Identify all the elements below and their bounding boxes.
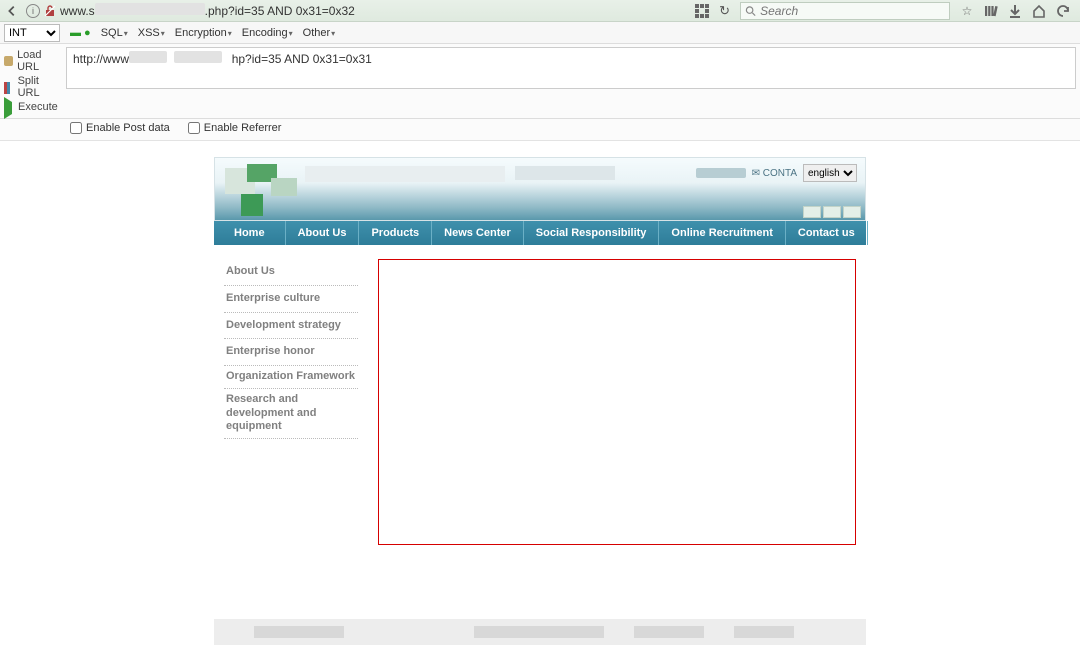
load-icon (4, 56, 13, 66)
hb-xss[interactable]: XSS (138, 27, 165, 39)
nav-news[interactable]: News Center (432, 221, 524, 245)
language-select[interactable]: english (803, 164, 857, 182)
nav-social[interactable]: Social Responsibility (524, 221, 660, 245)
qr-icon[interactable] (695, 4, 709, 18)
hackbar-options: Enable Post data Enable Referrer (0, 119, 1080, 141)
hackbar-body: Load URL Split URL Execute http://www hp… (0, 44, 1080, 119)
hb-encryption[interactable]: Encryption (175, 27, 232, 39)
library-icon[interactable] (984, 4, 998, 18)
search-input[interactable] (760, 4, 945, 18)
nav-recruit[interactable]: Online Recruitment (659, 221, 785, 245)
contact-link[interactable]: ✉ CONTA (752, 168, 797, 179)
site-body: About Us Enterprise culture Development … (214, 245, 866, 559)
insecure-lock-icon (44, 5, 56, 17)
hb-sql[interactable]: SQL (101, 27, 128, 39)
side-org[interactable]: Organization Framework (224, 366, 358, 389)
side-honor[interactable]: Enterprise honor (224, 339, 358, 366)
hackbar-url-input[interactable]: http://www hp?id=35 AND 0x31=0x31 (66, 47, 1076, 89)
hb-encrypt-toggle[interactable]: ▬ ● (70, 27, 91, 39)
header-links: ✉ CONTA english (696, 164, 857, 182)
downloads-icon[interactable] (1008, 4, 1022, 18)
site-footer (214, 619, 866, 645)
execute-button[interactable]: Execute (2, 100, 64, 114)
hackbar-actions: Load URL Split URL Execute (0, 44, 66, 118)
nav-products[interactable]: Products (359, 221, 432, 245)
back-button[interactable] (4, 3, 20, 19)
hb-other[interactable]: Other (303, 27, 336, 39)
search-icon (745, 5, 756, 17)
site-nav: Home About Us Products News Center Socia… (214, 221, 866, 245)
home-icon[interactable] (1032, 4, 1046, 18)
hackbar-menu: INT ▬ ● SQL XSS Encryption Encoding Othe… (0, 22, 1080, 44)
site: ✉ CONTA english Home About Us Products N… (214, 157, 866, 645)
info-icon[interactable]: i (26, 4, 40, 18)
nav-contact[interactable]: Contact us (786, 221, 868, 245)
undo-icon[interactable] (1056, 4, 1070, 18)
side-strategy[interactable]: Development strategy (224, 313, 358, 340)
sidebar: About Us Enterprise culture Development … (224, 259, 358, 545)
int-select[interactable]: INT (4, 24, 60, 42)
side-about[interactable]: About Us (224, 259, 358, 286)
side-rnd[interactable]: Research and development and equipment (224, 389, 358, 439)
side-culture[interactable]: Enterprise culture (224, 286, 358, 313)
toolbar-right: ↻ ☆ (689, 2, 1076, 20)
bookmark-star-icon[interactable]: ☆ (960, 4, 974, 18)
nav-about[interactable]: About Us (286, 221, 360, 245)
nav-home[interactable]: Home (214, 221, 286, 245)
site-header: ✉ CONTA english (214, 157, 866, 221)
search-box[interactable] (740, 2, 950, 20)
page-viewport: ✉ CONTA english Home About Us Products N… (0, 141, 1080, 645)
url-bar[interactable]: i www.s.php?id=35 AND 0x31=0x32 (24, 2, 685, 20)
content-empty-box (378, 259, 856, 545)
browser-toolbar: i www.s.php?id=35 AND 0x31=0x32 ↻ ☆ (0, 0, 1080, 22)
reload-button[interactable]: ↻ (719, 3, 730, 19)
url-text: www.s.php?id=35 AND 0x31=0x32 (60, 3, 355, 18)
header-corner-blocks (803, 206, 861, 218)
split-icon (4, 82, 14, 92)
execute-icon (4, 102, 14, 112)
enable-referrer-checkbox[interactable]: Enable Referrer (188, 122, 282, 134)
enable-post-checkbox[interactable]: Enable Post data (70, 122, 170, 134)
load-url-button[interactable]: Load URL (2, 48, 64, 74)
hb-encoding[interactable]: Encoding (242, 27, 293, 39)
